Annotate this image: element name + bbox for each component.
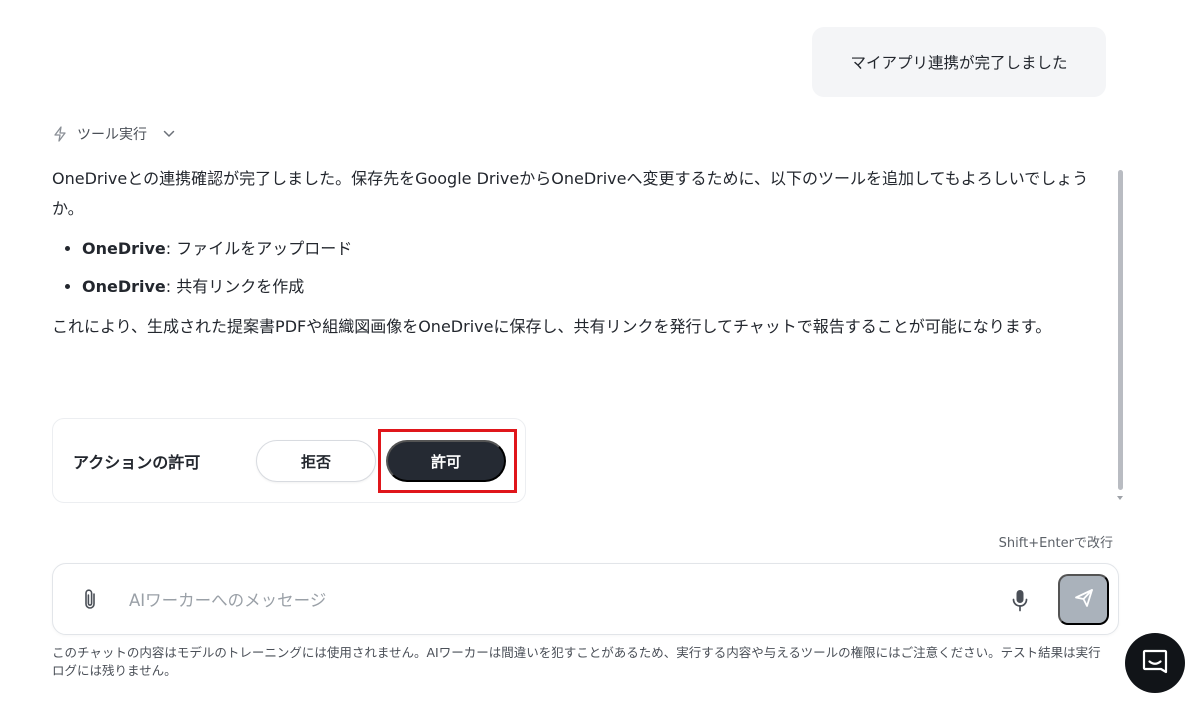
chat-launcher-button[interactable] <box>1125 633 1185 693</box>
assistant-paragraph: これにより、生成された提案書PDFや組織図画像をOneDriveに保存し、共有リ… <box>52 317 1052 336</box>
tool-list-item: OneDrive: ファイルをアップロード <box>82 236 1114 262</box>
chat-icon <box>1140 647 1170 680</box>
send-button[interactable] <box>1058 574 1109 625</box>
action-permission-card: アクションの許可 拒否 許可 <box>52 418 526 503</box>
user-message-bubble: マイアプリ連携が完了しました <box>812 27 1106 97</box>
send-icon <box>1073 587 1095 612</box>
assistant-paragraph: OneDriveとの連携確認が完了しました。保存先をGoogle Driveから… <box>52 169 1089 218</box>
newline-hint: Shift+Enterで改行 <box>998 536 1113 551</box>
tool-desc: : ファイルをアップロード <box>165 239 353 258</box>
action-permission-label: アクションの許可 <box>73 453 201 472</box>
lightning-icon <box>53 126 67 142</box>
disclaimer-text: このチャットの内容はモデルのトレーニングには使用されません。AIワーカーは間違い… <box>52 645 1101 678</box>
tool-list: OneDrive: ファイルをアップロード OneDrive: 共有リンクを作成 <box>52 236 1114 300</box>
chat-page: マイアプリ連携が完了しました ツール実行 OneDriveとの連携確認が完了しま… <box>0 0 1199 709</box>
tool-desc: : 共有リンクを作成 <box>165 277 305 296</box>
scroll-down-arrow-icon[interactable] <box>1117 496 1123 500</box>
chevron-down-icon <box>163 130 175 138</box>
assistant-message: OneDriveとの連携確認が完了しました。保存先をGoogle Driveから… <box>52 164 1114 342</box>
tool-name: OneDrive <box>82 239 166 258</box>
paperclip-icon[interactable] <box>81 588 101 616</box>
microphone-icon[interactable] <box>1010 588 1030 618</box>
message-scrollbar[interactable] <box>1116 168 1124 500</box>
message-input[interactable] <box>129 582 989 618</box>
tool-list-item: OneDrive: 共有リンクを作成 <box>82 274 1114 300</box>
tool-name: OneDrive <box>82 277 166 296</box>
allow-button[interactable]: 許可 <box>386 440 506 482</box>
tool-exec-label: ツール実行 <box>77 127 147 143</box>
deny-button[interactable]: 拒否 <box>256 440 376 482</box>
user-message-text: マイアプリ連携が完了しました <box>850 54 1068 72</box>
message-composer <box>52 563 1119 635</box>
scrollbar-thumb[interactable] <box>1118 170 1123 490</box>
tool-exec-toggle[interactable]: ツール実行 <box>53 122 175 146</box>
